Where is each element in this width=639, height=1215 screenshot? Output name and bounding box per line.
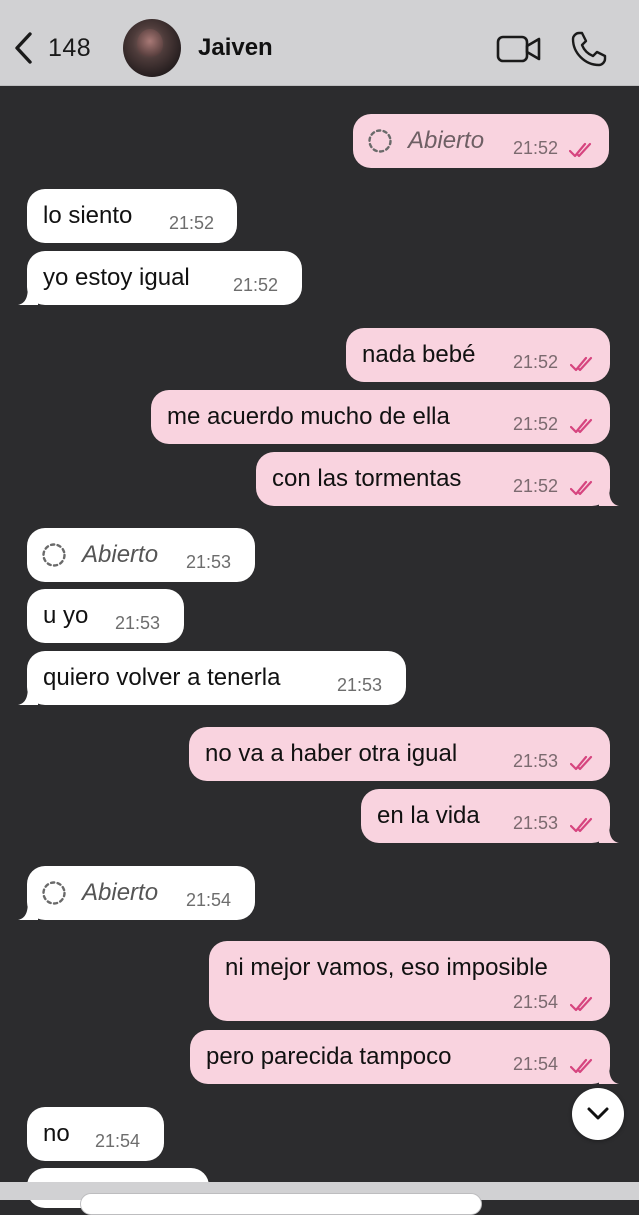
message-bubble[interactable]: lo siento 21:52 bbox=[27, 189, 237, 243]
message-time: 21:53 bbox=[513, 751, 559, 771]
message-time: 21:54 bbox=[186, 890, 232, 910]
message-bubble[interactable]: con las tormentas 21:52 bbox=[256, 452, 619, 506]
message-text: quiero volver a tenerla bbox=[43, 664, 281, 691]
message-text: nada bebé bbox=[362, 341, 476, 368]
unread-count: 148 bbox=[48, 33, 92, 62]
message-time: 21:52 bbox=[513, 352, 559, 372]
scroll-to-bottom-button[interactable] bbox=[572, 1088, 624, 1140]
message-bubble[interactable]: pero parecida tampoco 21:54 bbox=[190, 1030, 619, 1084]
phone-icon[interactable] bbox=[570, 30, 608, 68]
bubble-tail bbox=[18, 900, 38, 920]
view-once-icon bbox=[42, 881, 66, 905]
chevron-left-icon bbox=[15, 32, 32, 64]
message-text: Abierto bbox=[82, 541, 159, 568]
read-receipt-icon bbox=[570, 996, 593, 1012]
message-text: no va a haber otra igual bbox=[205, 740, 458, 767]
read-receipt-icon bbox=[570, 755, 593, 771]
message-time: 21:52 bbox=[513, 414, 559, 434]
message-time: 21:53 bbox=[186, 552, 232, 572]
chat-header: 148 Jaiven bbox=[0, 0, 639, 86]
composer-bar bbox=[0, 1182, 639, 1215]
bubble-tail bbox=[599, 823, 619, 843]
message-text: ni mejor vamos, eso imposible bbox=[225, 954, 548, 981]
message-time: 21:52 bbox=[169, 213, 215, 233]
message-bubble[interactable]: ni mejor vamos, eso imposible 21:54 bbox=[209, 941, 610, 1021]
message-bubble[interactable]: u yo 21:53 bbox=[27, 589, 184, 643]
message-text: yo estoy igual bbox=[43, 264, 190, 291]
message-text: en la vida bbox=[377, 802, 480, 829]
back-button[interactable]: 148 bbox=[12, 30, 91, 66]
message-bubble[interactable]: quiero volver a tenerla 21:53 bbox=[18, 651, 406, 705]
view-once-message-bubble[interactable]: Abierto 21:54 bbox=[18, 866, 255, 920]
message-bubble[interactable]: no va a haber otra igual 21:53 bbox=[189, 727, 610, 781]
message-bubble[interactable]: yo estoy igual 21:52 bbox=[18, 251, 302, 305]
message-time: 21:54 bbox=[513, 992, 559, 1012]
bubble-tail bbox=[18, 685, 38, 705]
message-time: 21:54 bbox=[513, 1054, 559, 1074]
message-time: 21:53 bbox=[513, 813, 559, 833]
avatar[interactable] bbox=[123, 19, 181, 77]
message-time: 21:52 bbox=[513, 476, 559, 496]
read-receipt-icon bbox=[570, 817, 593, 833]
view-once-message-bubble[interactable]: Abierto 21:53 bbox=[27, 528, 255, 582]
message-text: Abierto bbox=[82, 879, 159, 906]
message-text: lo siento bbox=[43, 202, 133, 229]
read-receipt-icon bbox=[570, 356, 593, 372]
video-camera-icon[interactable] bbox=[496, 34, 542, 64]
bubble-tail bbox=[599, 486, 619, 506]
message-text: u yo bbox=[43, 602, 89, 629]
message-time: 21:53 bbox=[115, 613, 161, 633]
message-bubble[interactable]: en la vida 21:53 bbox=[361, 789, 619, 843]
chevron-down-icon bbox=[587, 1107, 609, 1120]
message-bubble[interactable]: no 21:54 bbox=[27, 1107, 164, 1161]
message-time: 21:52 bbox=[513, 138, 559, 158]
view-once-icon bbox=[42, 543, 66, 567]
message-text: Abierto bbox=[408, 127, 485, 154]
view-once-icon bbox=[368, 129, 392, 153]
bubble-tail bbox=[599, 1064, 619, 1084]
message-bubble[interactable]: me acuerdo mucho de ella 21:52 bbox=[151, 390, 610, 444]
message-text: pero parecida tampoco bbox=[206, 1043, 452, 1070]
read-receipt-icon bbox=[570, 418, 593, 434]
message-time: 21:52 bbox=[233, 275, 279, 295]
bubble-tail bbox=[18, 285, 38, 305]
view-once-message-bubble[interactable]: Abierto 21:52 bbox=[353, 114, 609, 168]
message-text: me acuerdo mucho de ella bbox=[167, 403, 450, 430]
contact-name[interactable]: Jaiven bbox=[198, 34, 273, 62]
read-receipt-icon bbox=[570, 1058, 593, 1074]
read-receipt-icon bbox=[570, 480, 593, 496]
message-text: no bbox=[43, 1120, 70, 1147]
message-input[interactable] bbox=[80, 1193, 482, 1215]
message-time: 21:53 bbox=[337, 675, 383, 695]
read-receipt-icon bbox=[569, 142, 592, 158]
message-text: con las tormentas bbox=[272, 465, 462, 492]
message-time: 21:54 bbox=[95, 1131, 141, 1151]
message-bubble[interactable]: nada bebé 21:52 bbox=[346, 328, 610, 382]
